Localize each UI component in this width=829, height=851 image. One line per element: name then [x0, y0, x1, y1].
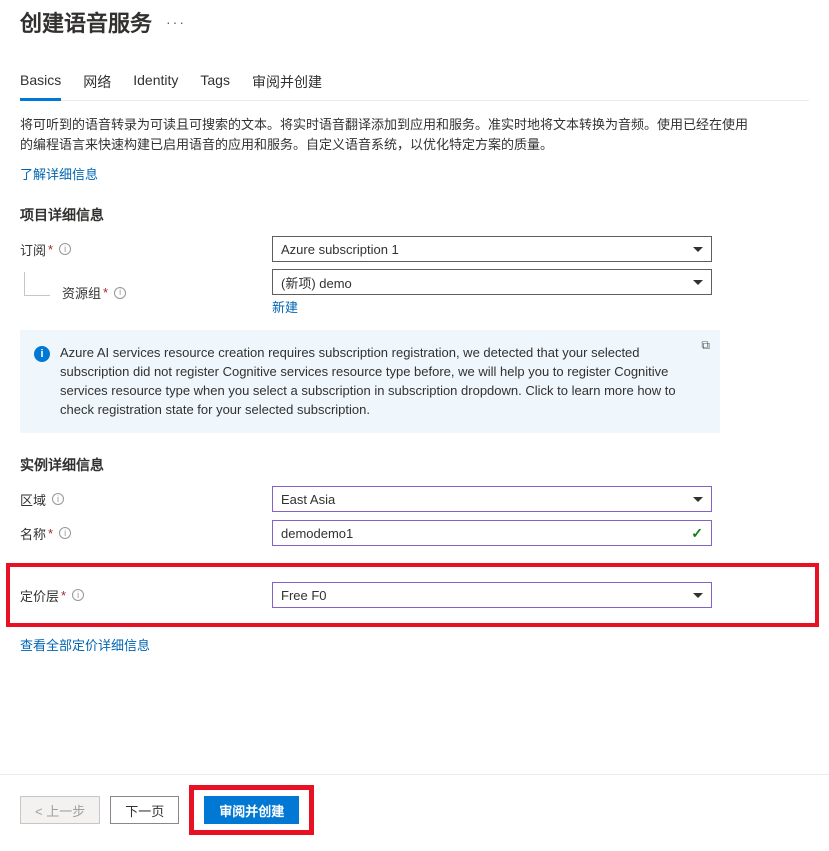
create-new-rg-link[interactable]: 新建 [272, 297, 712, 316]
review-create-button[interactable]: 审阅并创建 [204, 796, 299, 824]
pricing-tier-label: 定价层 [20, 586, 59, 605]
info-icon[interactable]: i [114, 287, 126, 299]
tab-identity[interactable]: Identity [133, 66, 178, 100]
required-mark: * [61, 588, 66, 603]
region-label: 区域 [20, 490, 46, 509]
view-pricing-details-link[interactable]: 查看全部定价详细信息 [20, 635, 150, 654]
required-mark: * [48, 242, 53, 257]
subscription-label: 订阅 [20, 240, 46, 259]
subscription-value: Azure subscription 1 [281, 242, 399, 257]
region-select[interactable]: East Asia [272, 486, 712, 512]
region-value: East Asia [281, 492, 335, 507]
project-details-heading: 项目详细信息 [20, 205, 809, 225]
tab-network[interactable]: 网络 [83, 66, 111, 100]
info-box-text: Azure AI services resource creation requ… [60, 344, 704, 419]
tab-bar: Basics 网络 Identity Tags 审阅并创建 [20, 66, 809, 101]
chevron-down-icon [693, 247, 703, 252]
more-actions-icon[interactable]: ··· [166, 14, 186, 30]
registration-info-box[interactable]: i Azure AI services resource creation re… [20, 330, 720, 433]
pricing-tier-select[interactable]: Free F0 [272, 582, 712, 608]
next-button[interactable]: 下一页 [110, 796, 179, 824]
instance-details-heading: 实例详细信息 [20, 455, 809, 475]
info-icon[interactable]: i [59, 527, 71, 539]
page-title: 创建语音服务 [20, 6, 152, 38]
resource-group-value: (新项) demo [281, 273, 352, 292]
subscription-select[interactable]: Azure subscription 1 [272, 236, 712, 262]
required-mark: * [48, 526, 53, 541]
footer-bar: < 上一步 下一页 审阅并创建 [0, 774, 829, 851]
required-mark: * [103, 285, 108, 300]
indent-line [24, 272, 50, 296]
pricing-tier-value: Free F0 [281, 588, 327, 603]
learn-more-link[interactable]: 了解详细信息 [20, 164, 98, 183]
info-circle-icon: i [34, 346, 50, 362]
chevron-down-icon [693, 280, 703, 285]
previous-button: < 上一步 [20, 796, 100, 824]
resource-group-select[interactable]: (新项) demo [272, 269, 712, 295]
intro-description: 将可听到的语音转录为可读且可搜索的文本。将实时语音翻译添加到应用和服务。准实时地… [20, 115, 750, 154]
tab-tags[interactable]: Tags [200, 66, 230, 100]
check-icon: ✓ [691, 525, 703, 542]
external-link-icon[interactable]: ⧉ [701, 338, 710, 353]
name-label: 名称 [20, 524, 46, 543]
tab-basics[interactable]: Basics [20, 66, 61, 101]
info-icon[interactable]: i [72, 589, 84, 601]
name-value: demodemo1 [281, 526, 353, 541]
resource-group-label: 资源组 [62, 283, 101, 302]
chevron-down-icon [693, 497, 703, 502]
name-input[interactable]: demodemo1 ✓ [272, 520, 712, 546]
review-create-highlight: 审阅并创建 [189, 785, 314, 835]
info-icon[interactable]: i [52, 493, 64, 505]
tab-review-create[interactable]: 审阅并创建 [252, 66, 322, 100]
chevron-down-icon [693, 593, 703, 598]
pricing-tier-highlight: 定价层 * i Free F0 [6, 563, 819, 627]
info-icon[interactable]: i [59, 243, 71, 255]
